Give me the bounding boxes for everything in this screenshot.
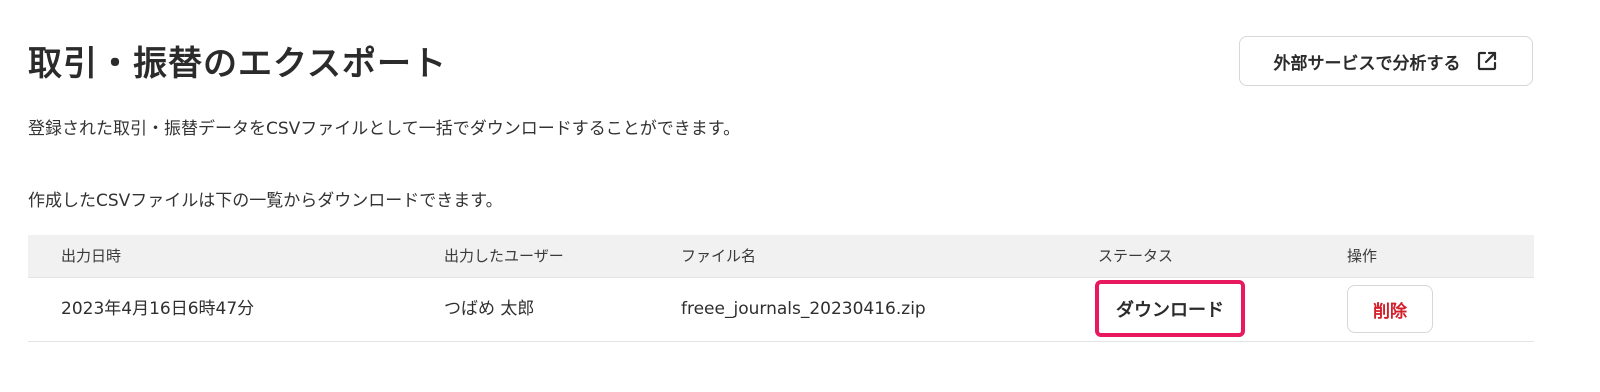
delete-button[interactable]: 削除 (1347, 285, 1433, 333)
export-filename: freee_journals_20230416.zip (681, 299, 926, 319)
column-header-action: 操作 (1347, 247, 1378, 265)
column-header-date: 出力日時 (61, 247, 122, 265)
table-header: 出力日時 出力したユーザー ファイル名 ステータス 操作 (28, 235, 1534, 277)
external-link-icon (1475, 49, 1499, 73)
export-user: つばめ 太郎 (444, 299, 535, 319)
export-table: 出力日時 出力したユーザー ファイル名 ステータス 操作 2023年4月16日6… (28, 235, 1534, 342)
analyze-external-service-label: 外部サービスで分析する (1273, 53, 1461, 73)
download-button[interactable]: ダウンロード (1116, 296, 1224, 322)
analyze-external-service-button[interactable]: 外部サービスで分析する (1239, 36, 1533, 86)
download-highlight: ダウンロード (1095, 280, 1245, 337)
column-header-user: 出力したユーザー (444, 247, 564, 265)
column-header-filename: ファイル名 (681, 247, 757, 265)
description-list-download: 作成したCSVファイルは下の一覧からダウンロードできます。 (28, 191, 503, 211)
export-date: 2023年4月16日6時47分 (61, 299, 255, 319)
column-header-status: ステータス (1098, 247, 1174, 265)
description-bulk-download: 登録された取引・振替データをCSVファイルとして一括でダウンロードすることができ… (28, 119, 741, 139)
page-title: 取引・振替のエクスポート (28, 44, 447, 84)
table-row: 2023年4月16日6時47分 つばめ 太郎 freee_journals_20… (28, 277, 1534, 342)
